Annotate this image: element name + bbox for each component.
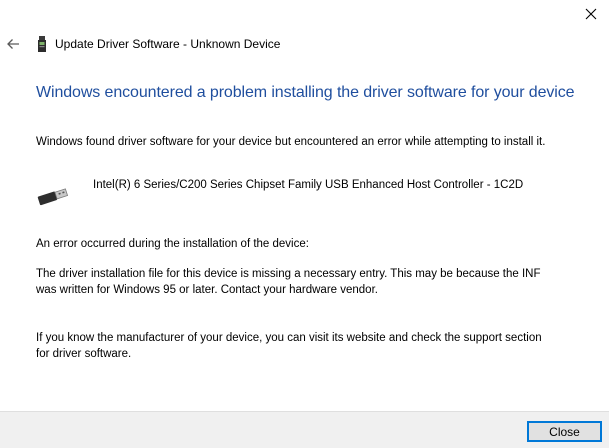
dialog-footer: Close bbox=[0, 411, 609, 448]
update-driver-dialog: Update Driver Software - Unknown Device … bbox=[0, 0, 609, 448]
error-label: An error occurred during the installatio… bbox=[36, 238, 309, 250]
window-title: Update Driver Software - Unknown Device bbox=[55, 37, 281, 51]
intro-text: Windows found driver software for your d… bbox=[36, 136, 546, 148]
error-detail: The driver installation file for this de… bbox=[36, 268, 541, 296]
close-icon[interactable] bbox=[578, 2, 604, 26]
close-button[interactable]: Close bbox=[527, 421, 602, 442]
close-icon-glyph bbox=[585, 8, 597, 20]
back-arrow-glyph bbox=[7, 39, 19, 49]
back-arrow-icon[interactable] bbox=[3, 34, 23, 54]
device-icon bbox=[36, 36, 48, 53]
support-text: If you know the manufacturer of your dev… bbox=[36, 332, 542, 360]
page-heading: Windows encountered a problem installing… bbox=[36, 84, 575, 101]
device-name: Intel(R) 6 Series/C200 Series Chipset Fa… bbox=[93, 179, 524, 191]
usb-icon bbox=[36, 186, 70, 206]
